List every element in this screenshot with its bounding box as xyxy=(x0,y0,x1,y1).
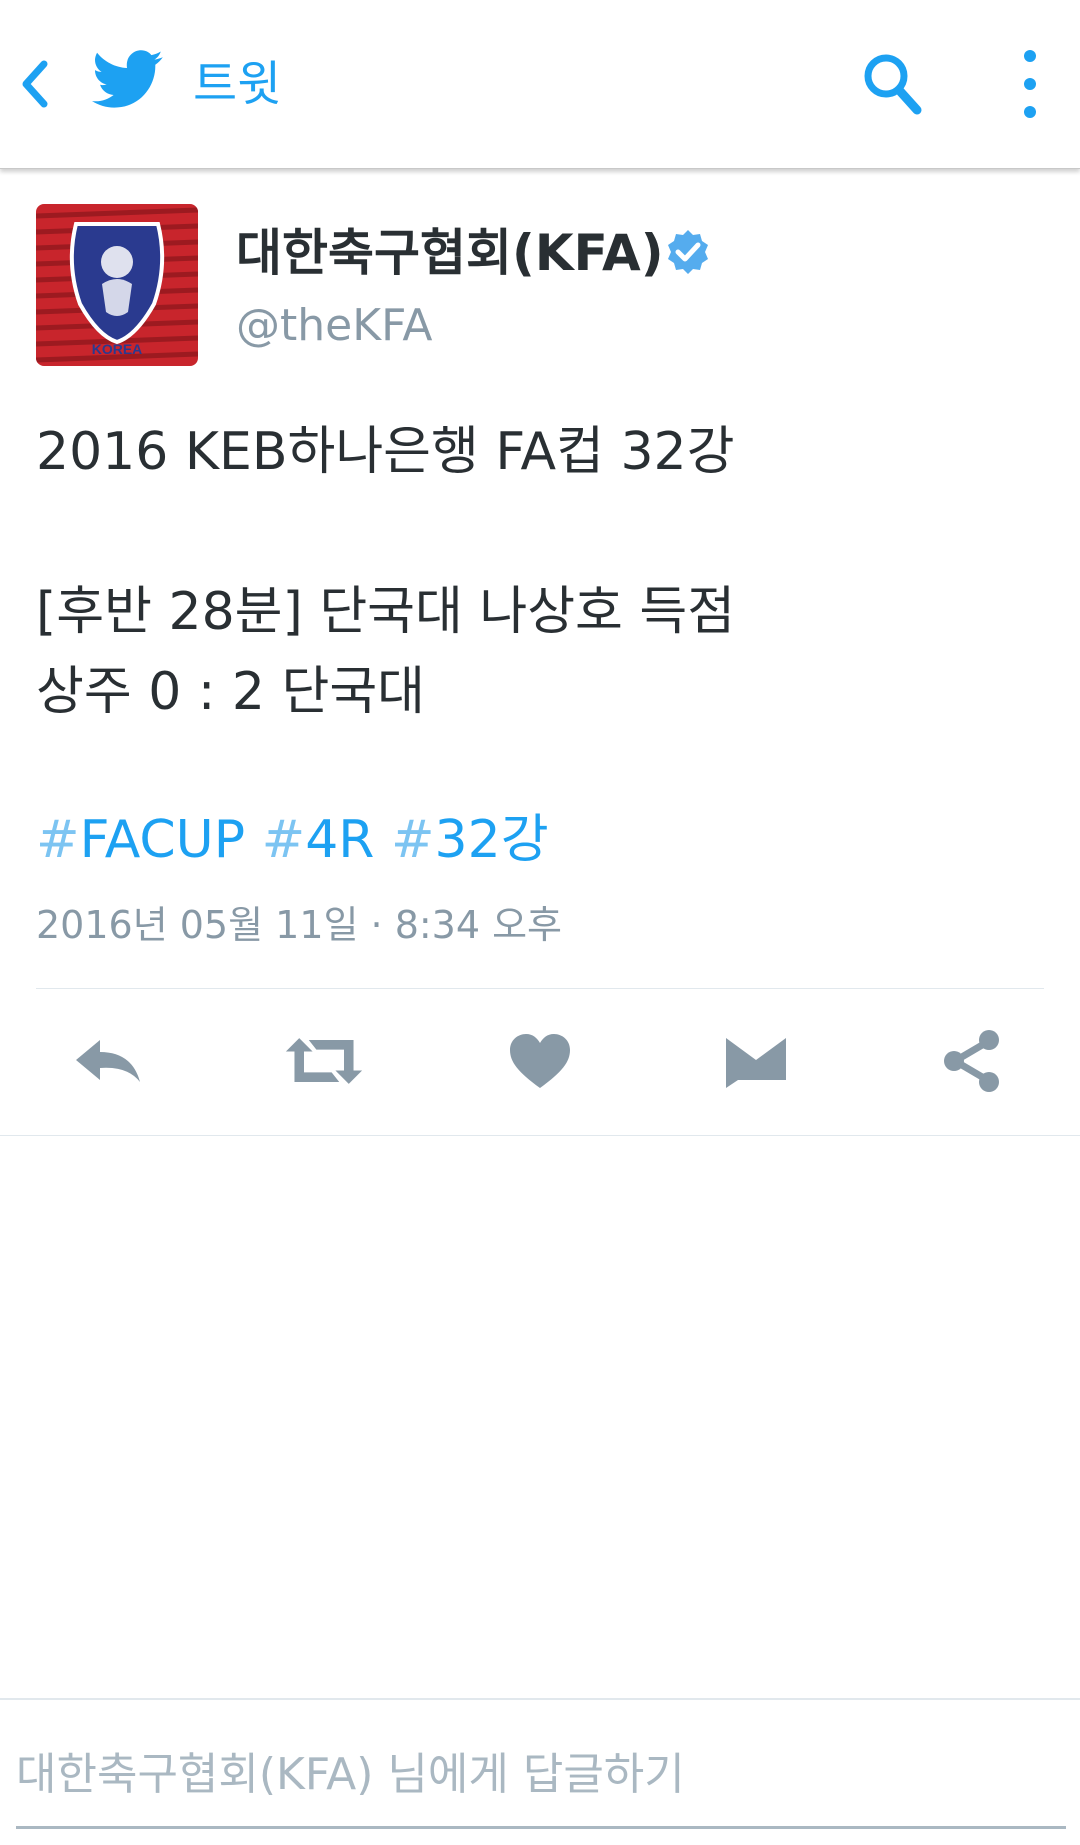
hashtag-list: #FACUP #4R #32강 xyxy=(36,800,549,880)
tweet-text: 2016 KEB하나은행 FA컵 32강 [후반 28분] 단국대 나상호 득점… xyxy=(36,412,1046,732)
like-button[interactable] xyxy=(500,1028,580,1094)
heart-icon xyxy=(510,1034,570,1088)
hashtag-text: FACUP xyxy=(79,810,246,870)
tweet-timestamp: 2016년 05월 11일 · 8:34 오후 xyxy=(36,903,563,947)
divider xyxy=(36,988,1044,989)
hash-symbol: # xyxy=(390,810,435,870)
share-button[interactable] xyxy=(932,1028,1012,1094)
envelope-icon xyxy=(726,1038,786,1088)
avatar-logo-text: KOREA xyxy=(92,341,143,357)
avatar[interactable]: KOREA xyxy=(36,204,198,366)
screen-title: 트윗 xyxy=(193,56,282,112)
retweet-button[interactable] xyxy=(284,1028,364,1094)
hashtag-link[interactable]: #FACUP xyxy=(36,810,245,870)
tweet-text-line: 상주 0 : 2 단국대 xyxy=(36,662,426,722)
hashtag-link[interactable]: #32강 xyxy=(391,810,549,870)
hashtag-text: 32강 xyxy=(434,810,549,870)
chevron-left-icon xyxy=(22,60,48,108)
hash-symbol: # xyxy=(36,810,80,870)
author-handle[interactable]: @theKFA xyxy=(236,298,432,354)
hashtag-link[interactable]: #4R xyxy=(262,810,375,870)
more-vertical-icon xyxy=(1024,50,1036,118)
retweet-icon xyxy=(285,1038,363,1084)
tweet-text-line: 2016 KEB하나은행 FA컵 32강 xyxy=(36,422,735,482)
top-app-bar: 트윗 xyxy=(0,0,1080,169)
more-options-button[interactable] xyxy=(1010,48,1050,122)
tweet-text-line: [후반 28분] 단국대 나상호 득점 xyxy=(36,582,736,642)
twitter-bird-icon[interactable] xyxy=(92,48,164,112)
divider xyxy=(0,1135,1080,1136)
search-icon xyxy=(864,54,922,115)
share-icon xyxy=(944,1030,999,1092)
reply-input[interactable] xyxy=(16,1736,1066,1812)
verified-badge-icon xyxy=(664,228,712,276)
reply-button[interactable] xyxy=(68,1028,148,1094)
search-button[interactable] xyxy=(860,50,924,118)
hash-symbol: # xyxy=(261,810,306,870)
direct-message-button[interactable] xyxy=(716,1028,796,1094)
reply-box-border xyxy=(0,1698,1080,1700)
reply-input-underline xyxy=(16,1826,1066,1829)
author-name[interactable]: 대한축구협회(KFA) xyxy=(236,222,664,284)
reply-icon xyxy=(76,1040,140,1082)
hashtag-text: 4R xyxy=(305,810,375,870)
back-button[interactable] xyxy=(16,58,56,110)
